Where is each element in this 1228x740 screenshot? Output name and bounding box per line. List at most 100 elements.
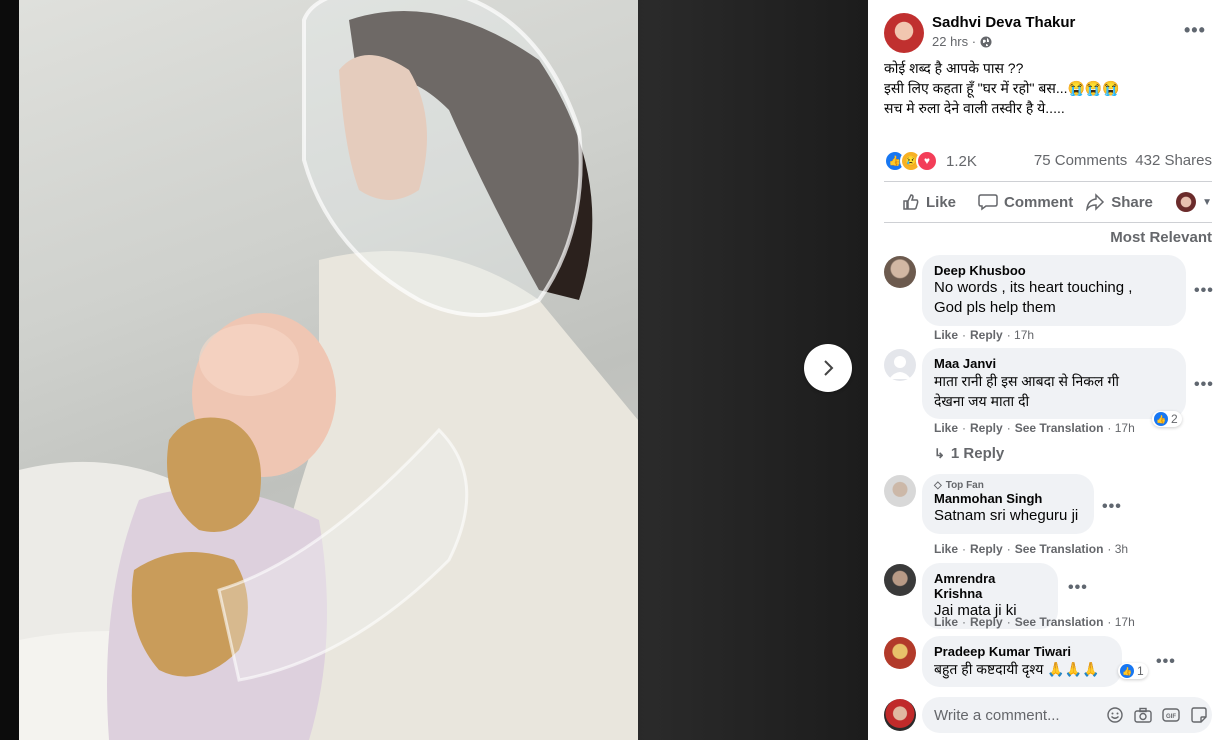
comment-text: देखना जय माता दी xyxy=(934,393,1030,409)
avatar[interactable] xyxy=(884,349,916,381)
comment-time[interactable]: · 17h xyxy=(1107,615,1134,629)
comment-reply-link[interactable]: Reply xyxy=(970,542,1003,556)
share-label: Share xyxy=(1111,193,1153,211)
author-avatar[interactable] xyxy=(884,13,924,53)
gif-icon[interactable]: GIF xyxy=(1162,706,1180,724)
comment-text: No words , its heart touching , xyxy=(934,279,1133,296)
comment-reply-link[interactable]: Reply xyxy=(970,328,1003,342)
comment-sort-selector[interactable]: Most Relevant xyxy=(1110,229,1212,246)
author-name[interactable]: Sadhvi Deva Thakur xyxy=(932,14,1075,31)
commenter-name[interactable]: Manmohan Singh xyxy=(934,491,1082,506)
diamond-icon: ◇ xyxy=(934,480,942,491)
comments-count[interactable]: 75 Comments xyxy=(1034,152,1127,169)
comment-input[interactable] xyxy=(922,705,1096,725)
comment-time[interactable]: · 17h xyxy=(1107,421,1134,435)
commenter-name[interactable]: Deep Khusboo xyxy=(934,263,1174,278)
comment-text: माता रानी ही इस आबदा से निकल गी xyxy=(934,373,1119,389)
comment-bubble: Maa Janvi माता रानी ही इस आबदा से निकल ग… xyxy=(922,348,1186,419)
badge-label: Top Fan xyxy=(945,480,984,491)
commenter-name[interactable]: Maa Janvi xyxy=(934,356,1174,371)
commenter-name[interactable]: Amrendra Krishna xyxy=(934,571,1046,601)
post-actions: Like Comment Share ▼ xyxy=(884,183,1212,221)
comment-options-icon[interactable]: ••• xyxy=(1194,282,1214,300)
svg-text:GIF: GIF xyxy=(1166,714,1176,720)
avatar[interactable] xyxy=(884,256,916,288)
post-time[interactable]: 22 hrs · xyxy=(932,34,976,49)
comment-bubble: Pradeep Kumar Tiwari बहुत ही कष्टदायी दृ… xyxy=(922,636,1122,687)
top-fan-badge: ◇ Top Fan xyxy=(934,480,1082,491)
caret-down-icon: ▼ xyxy=(1202,196,1212,208)
comment-reactions[interactable]: 👍 2 xyxy=(1152,411,1182,427)
comment-options-icon[interactable]: ••• xyxy=(1068,579,1088,597)
comment-like-link[interactable]: Like xyxy=(934,542,958,556)
caption-line: इसी लिए कहता हूँ "घर में रहो" बस...😭😭😭 xyxy=(884,80,1120,96)
comment-options-icon[interactable]: ••• xyxy=(1156,653,1176,671)
see-translation-link[interactable]: See Translation xyxy=(1015,542,1104,556)
comment-composer: GIF xyxy=(922,697,1212,733)
comment-like-link[interactable]: Like xyxy=(934,328,958,342)
thumbs-up-icon xyxy=(903,194,919,210)
caption-line: सच मे रुला देने वाली तस्वीर है ये..... xyxy=(884,100,1065,116)
more-options-icon[interactable]: ••• xyxy=(1184,20,1206,41)
comment-bubble: ◇ Top Fan Manmohan Singh Satnam sri wheg… xyxy=(922,474,1094,534)
divider xyxy=(884,222,1212,223)
comment-text: God pls help them xyxy=(934,299,1056,316)
share-button[interactable]: Share xyxy=(1085,193,1153,211)
chevron-right-icon xyxy=(824,360,834,376)
like-reaction-icon: 👍 xyxy=(1120,664,1134,678)
comment-time[interactable]: · 17h xyxy=(1007,328,1034,342)
divider xyxy=(884,181,1212,182)
reply-arrow-icon: ↳ xyxy=(934,445,945,461)
camera-icon[interactable] xyxy=(1134,706,1152,724)
like-button[interactable]: Like xyxy=(902,193,956,211)
avatar[interactable] xyxy=(884,564,916,596)
comment-like-link[interactable]: Like xyxy=(934,615,958,629)
sticker-icon[interactable] xyxy=(1190,706,1208,724)
comment-icon xyxy=(978,194,998,211)
see-translation-link[interactable]: See Translation xyxy=(1015,421,1104,435)
next-photo-button[interactable] xyxy=(804,344,852,392)
globe-icon xyxy=(980,36,992,47)
like-label: Like xyxy=(926,193,957,211)
avatar[interactable] xyxy=(884,475,916,507)
comment-reaction-count: 1 xyxy=(1137,664,1144,678)
engagement-counts: 75 Comments 432 Shares xyxy=(1034,152,1212,169)
comment-text: बहुत ही कष्टदायी दृश्य 🙏🙏🙏 xyxy=(934,661,1100,677)
comment-reply-link[interactable]: Reply xyxy=(970,615,1003,629)
comment-reaction-count: 2 xyxy=(1171,412,1178,426)
comment-options-icon[interactable]: ••• xyxy=(1194,376,1214,394)
replies-count: 1 Reply xyxy=(950,445,1005,462)
comment-meta: Like · Reply · 17h xyxy=(934,328,1035,342)
like-reaction-icon: 👍 xyxy=(1154,412,1168,426)
post-photo[interactable] xyxy=(19,0,638,740)
share-icon xyxy=(1086,193,1105,211)
comment-like-link[interactable]: Like xyxy=(934,421,958,435)
photo-viewer xyxy=(0,0,868,740)
comment-meta: Like · Reply · See Translation · 3h xyxy=(934,542,1129,556)
post-meta: 22 hrs · xyxy=(932,34,992,49)
post-caption: कोई शब्द है आपके पास ?? इसी लिए कहता हूँ… xyxy=(884,58,1214,118)
comment-text: Satnam sri wheguru ji xyxy=(934,507,1079,524)
comment-button[interactable]: Comment xyxy=(978,193,1073,211)
caption-line: कोई शब्द है आपके पास ?? xyxy=(884,60,1024,76)
shares-count[interactable]: 432 Shares xyxy=(1135,152,1212,169)
comment-reply-link[interactable]: Reply xyxy=(970,421,1003,435)
comment-label: Comment xyxy=(1004,193,1074,211)
view-replies-link[interactable]: ↳ 1 Reply xyxy=(934,445,1004,462)
love-reaction-icon: ♥ xyxy=(916,150,938,172)
current-user-avatar[interactable] xyxy=(884,699,916,731)
see-translation-link[interactable]: See Translation xyxy=(1015,615,1104,629)
profile-avatar xyxy=(1176,192,1197,212)
comment-reactions[interactable]: 👍 1 xyxy=(1118,663,1148,679)
avatar[interactable] xyxy=(884,637,916,669)
reaction-count: 1.2K xyxy=(946,152,977,170)
emoji-icon[interactable] xyxy=(1106,706,1124,724)
post-details-panel: Sadhvi Deva Thakur 22 hrs · ••• कोई शब्द… xyxy=(868,0,1228,740)
comment-time[interactable]: · 3h xyxy=(1107,542,1128,556)
reaction-summary[interactable]: 👍 😢 ♥ 1.2K xyxy=(884,150,977,172)
commenter-name[interactable]: Pradeep Kumar Tiwari xyxy=(934,644,1110,659)
comment-bubble: Deep Khusboo No words , its heart touchi… xyxy=(922,255,1186,326)
comment-meta: Like · Reply · See Translation · 17h xyxy=(934,615,1135,629)
audience-selector[interactable]: ▼ xyxy=(1176,192,1212,212)
comment-options-icon[interactable]: ••• xyxy=(1102,498,1122,516)
